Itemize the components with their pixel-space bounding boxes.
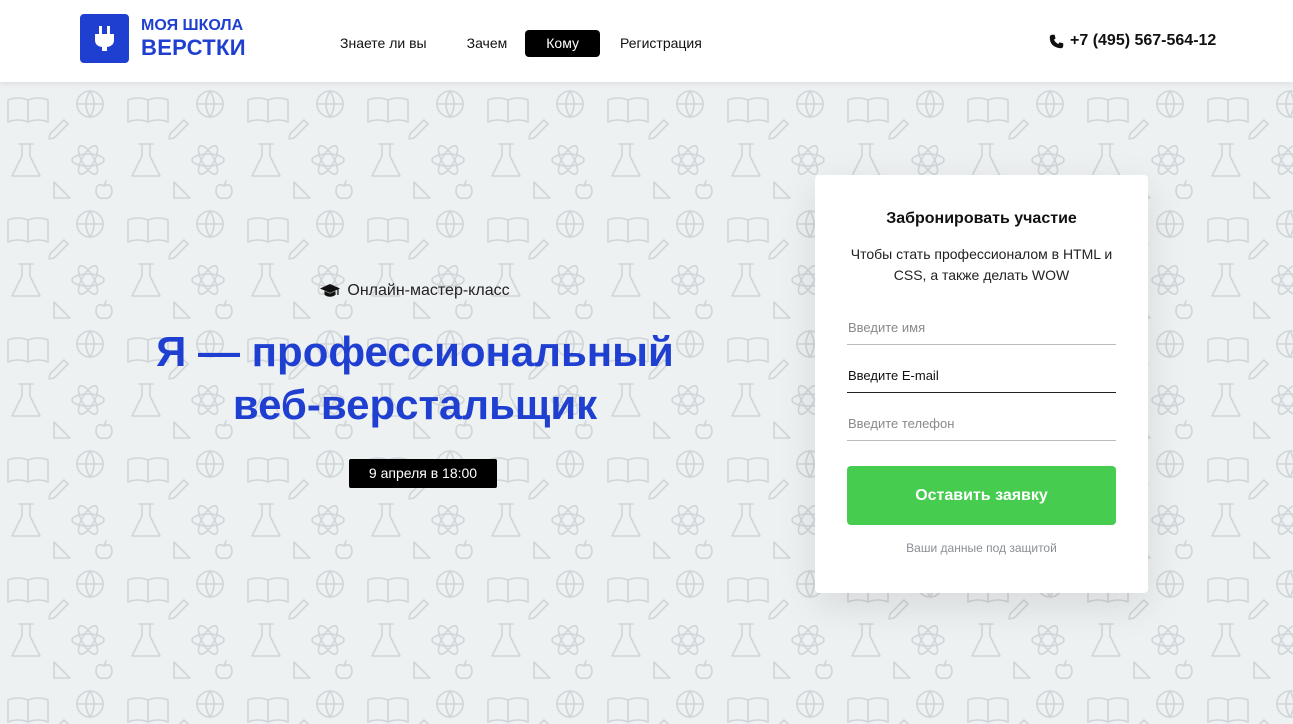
graduation-cap-icon (320, 284, 341, 297)
nav-item-for-whom[interactable]: Кому (525, 30, 600, 57)
brand-line2: ВЕРСТКИ (141, 35, 246, 60)
hero-title-line2: веб-верстальщик (232, 380, 598, 428)
form-title: Забронировать участие (886, 210, 1077, 227)
phone-contact[interactable]: +7 (495) 567-564-12 (1049, 32, 1216, 50)
main-nav: Знаете ли вы Зачем Кому Регистрация (330, 30, 722, 57)
phone-input[interactable] (847, 407, 1116, 441)
event-date-badge: 9 апреля в 18:00 (349, 459, 497, 488)
site-header: МОЯ ШКОЛА ВЕРСТКИ Знаете ли вы Зачем Ком… (0, 0, 1293, 82)
name-input[interactable] (847, 311, 1116, 345)
phone-number: +7 (495) 567-564-12 (1070, 32, 1217, 49)
brand-name[interactable]: МОЯ ШКОЛА ВЕРСТКИ (141, 18, 246, 59)
brand-line1: МОЯ ШКОЛА (141, 17, 244, 34)
hero-section: Онлайн-мастер-класс Я — профессиональный… (0, 82, 1293, 724)
nav-item-did-you-know[interactable]: Знаете ли вы (330, 30, 447, 57)
privacy-note: Ваши данные под защитой (906, 541, 1057, 555)
event-type-label: Онлайн-мастер-класс (347, 282, 510, 299)
submit-application-button[interactable]: Оставить заявку (847, 466, 1116, 525)
hero-title-line1: Я — профессиональный (156, 328, 674, 375)
nav-item-why[interactable]: Зачем (447, 30, 528, 57)
registration-form-card: Забронировать участие Чтобы стать профес… (815, 175, 1148, 593)
event-type: Онлайн-мастер-класс (0, 282, 830, 300)
email-input[interactable] (847, 359, 1116, 393)
form-description: Чтобы стать профессионалом в HTML и CSS,… (850, 246, 1113, 283)
nav-item-registration[interactable]: Регистрация (600, 30, 722, 57)
phone-icon (1049, 34, 1064, 48)
hero-title: Я — профессиональный веб-верстальщик (0, 326, 830, 431)
logo-plug-icon[interactable] (80, 14, 129, 63)
